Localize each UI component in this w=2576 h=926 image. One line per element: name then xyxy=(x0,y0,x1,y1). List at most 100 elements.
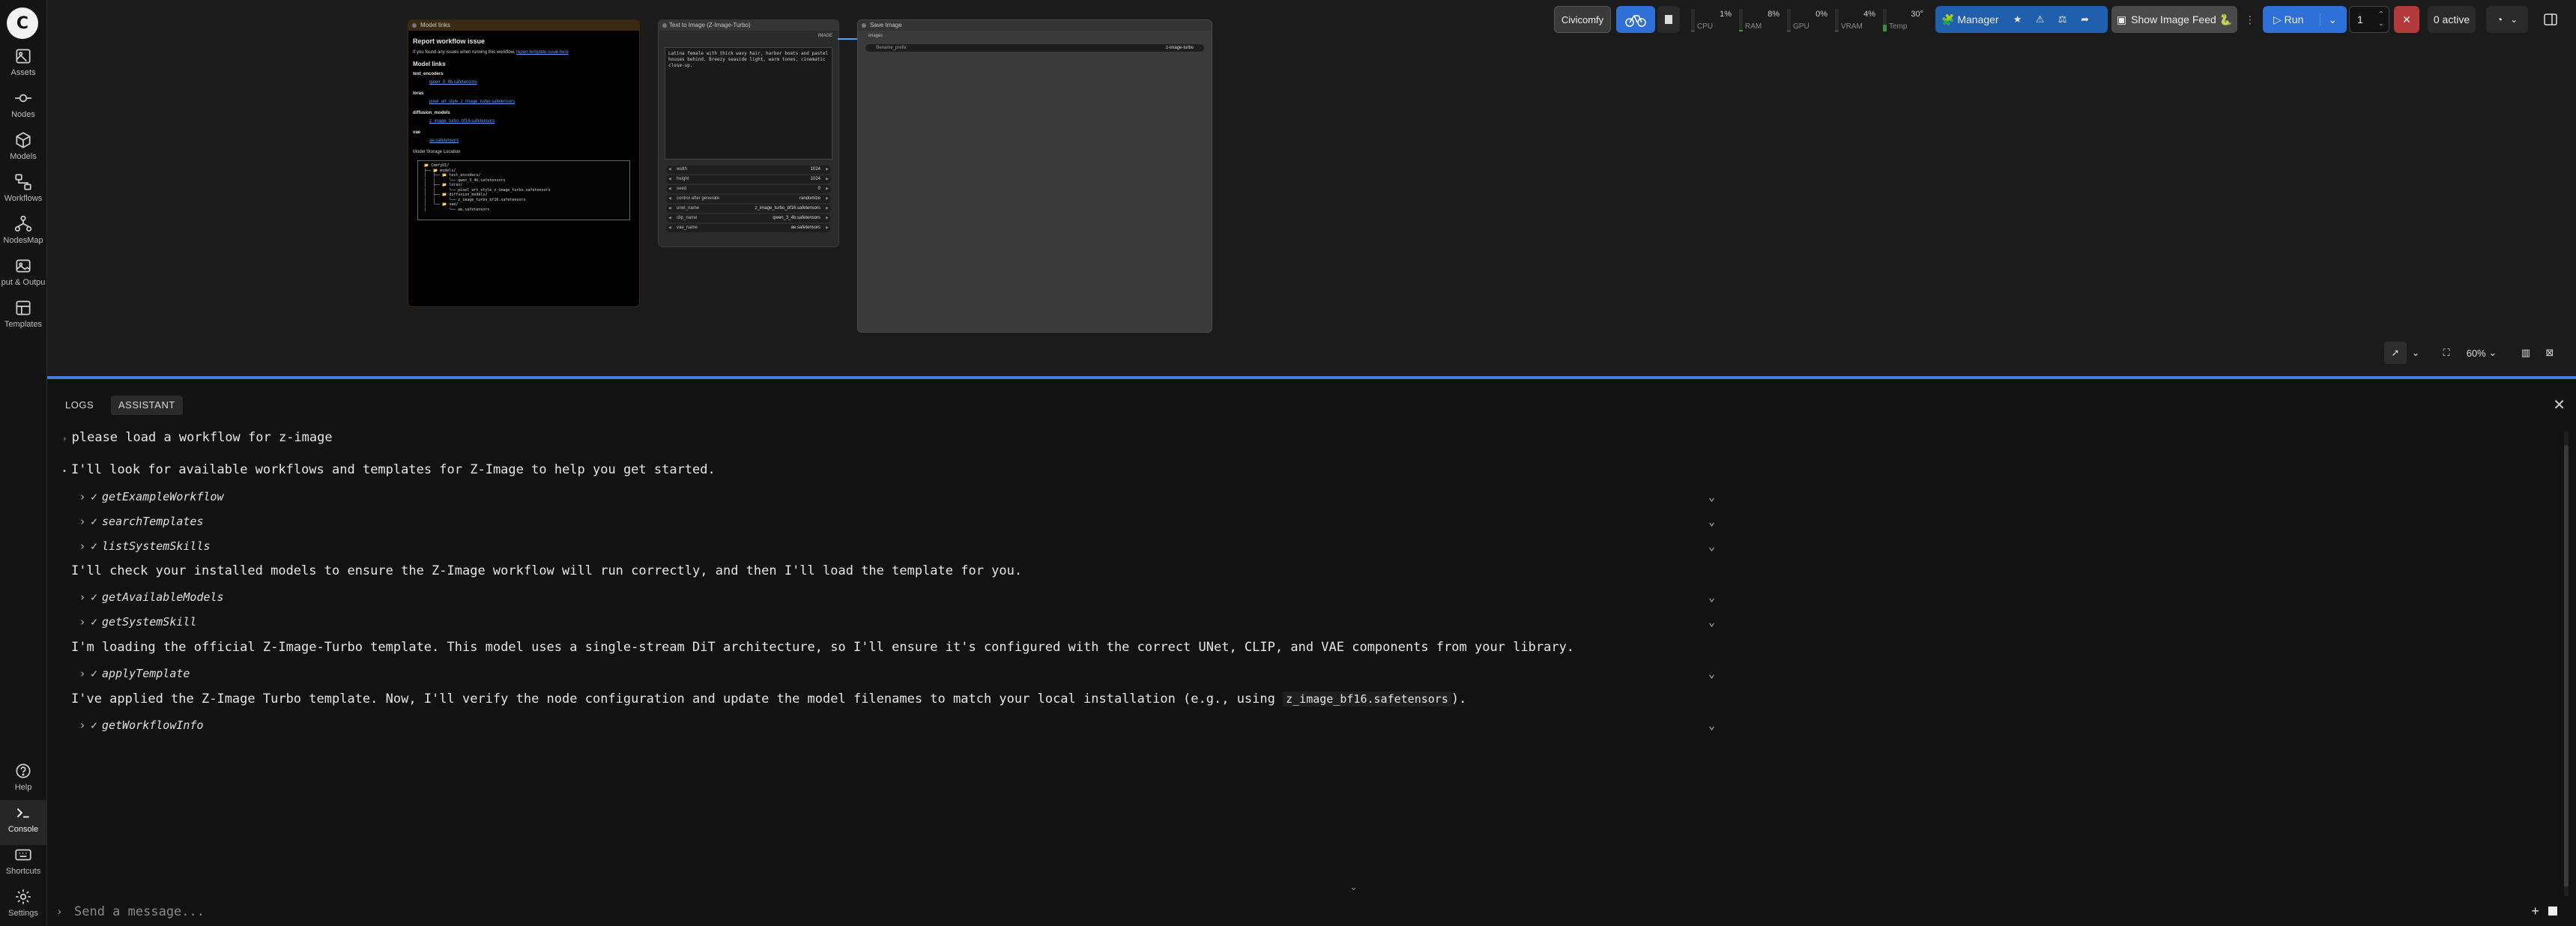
chevron-down-icon: ⌄ xyxy=(1708,539,1715,553)
stop-generation-button[interactable] xyxy=(2548,907,2557,916)
comfy-logo[interactable]: C xyxy=(7,7,38,39)
stop-button[interactable] xyxy=(1657,6,1680,33)
cpu-meter: 1% CPU xyxy=(1690,6,1735,33)
save-image-node[interactable]: Save Image images filename_prefix z-image… xyxy=(857,19,1212,333)
share-icon[interactable]: ➦ xyxy=(2074,6,2096,33)
bullet-icon: • xyxy=(62,467,67,476)
sidebar-item-models[interactable]: Models xyxy=(0,130,46,169)
fit-view-button[interactable]: ⛶ xyxy=(2437,342,2456,364)
storage-label: Model Storage Location xyxy=(413,150,461,154)
active-queue-button[interactable]: 0 active xyxy=(2428,6,2476,33)
assistant-message: I'll check your installed models to ensu… xyxy=(71,563,1023,578)
widget-control-after-generate[interactable]: control after generaterandomize xyxy=(666,195,831,203)
widget-seed[interactable]: seed0 xyxy=(666,185,831,193)
bell-icon[interactable]: ⚠ xyxy=(2029,6,2052,33)
note-node-model-links[interactable]: Model links Report workflow issue If you… xyxy=(408,19,640,307)
stepper-arrows-icon[interactable]: ⌃ ⌄ xyxy=(2378,10,2384,28)
widget-clip-name[interactable]: clip_nameqwen_3_4b.safetensors xyxy=(666,214,831,223)
tool-call[interactable]: › ✓ searchTemplates ⌄ xyxy=(62,515,1715,528)
chevron-right-icon: › xyxy=(79,490,86,503)
chevron-right-icon: › xyxy=(79,718,86,732)
drag-handle-icon[interactable]: ⋮ xyxy=(2245,6,2255,33)
close-panel-button[interactable]: ✕ xyxy=(2553,396,2566,414)
minimap-button[interactable]: ▥ xyxy=(2516,342,2536,364)
civicomfy-button[interactable]: Civicomfy xyxy=(1554,6,1611,33)
chat-scrollbar-thumb[interactable] xyxy=(2564,445,2569,887)
tool-call[interactable]: › ✓ listSystemSkills ⌄ xyxy=(62,539,1715,553)
check-icon: ✓ xyxy=(91,718,98,732)
output-slot-image[interactable]: IMAGE xyxy=(818,34,832,38)
model-link[interactable]: qwen_3_4b.safetensors xyxy=(413,79,635,86)
cancel-queue-button[interactable]: ✕ xyxy=(2394,6,2419,33)
model-link[interactable]: ae.safetensors xyxy=(413,138,635,145)
inline-code: z_image_bf16.safetensors xyxy=(1283,692,1451,706)
model-link[interactable]: pixel_art_style_z_image_turbo.safetensor… xyxy=(413,99,635,106)
bike-icon-button[interactable] xyxy=(1616,6,1655,33)
chevron-right-icon[interactable]: › xyxy=(62,434,67,444)
sidebar-item-shortcuts[interactable]: Shortcuts xyxy=(0,845,46,884)
tab-assistant[interactable]: ASSISTANT xyxy=(111,396,183,415)
chevron-down-icon: ⌄ xyxy=(1708,667,1715,680)
zoom-control[interactable]: 60% ⌄ xyxy=(2461,342,2503,364)
group-name: loras xyxy=(413,91,424,96)
toggle-panel-button[interactable] xyxy=(2539,6,2563,33)
sidebar-item-nodesmap[interactable]: NodesMap xyxy=(0,214,46,253)
report-issue-link[interactable]: report template issue here xyxy=(516,50,569,55)
check-icon: ✓ xyxy=(91,615,98,629)
group-name: diffusion_models xyxy=(413,111,450,115)
check-icon: ✓ xyxy=(91,539,98,553)
input-slot-images[interactable]: images xyxy=(858,31,1212,41)
widget-unet-name[interactable]: unet_namez_image_turbo_bf16.safetensors xyxy=(666,205,831,213)
chevron-right-icon: › xyxy=(79,615,86,629)
temp-meter: 30° Temp xyxy=(1881,6,1926,33)
star-icon[interactable]: ★ xyxy=(2007,6,2029,33)
model-link[interactable]: z_image_turbo_bf16.safetensors xyxy=(413,118,635,125)
chevron-down-icon: ⌄ xyxy=(1708,615,1715,629)
input-output-icon xyxy=(16,259,31,273)
run-mode-dropdown[interactable]: ⌄ xyxy=(2320,13,2337,26)
tool-call[interactable]: › ✓ applyTemplate ⌄ xyxy=(62,667,1715,680)
storage-tree: 📂 ComfyUI/ ├── 📂 models/ │ ├── 📂 text_en… xyxy=(417,160,630,220)
show-image-feed-button[interactable]: ▣ Show Image Feed 🐍 xyxy=(2111,6,2237,33)
run-button[interactable]: ▷ Run xyxy=(2263,13,2303,26)
user-menu-button[interactable]: ◔ ⌄ xyxy=(2486,6,2528,33)
tab-logs[interactable]: LOGS xyxy=(58,396,101,415)
tool-call[interactable]: › ✓ getAvailableModels ⌄ xyxy=(62,590,1715,604)
sidebar-item-nodes[interactable]: Nodes xyxy=(0,88,46,127)
scroll-to-bottom-icon[interactable]: ⌄ xyxy=(1349,881,1358,893)
manager-button[interactable]: 🧩 Manager xyxy=(1935,13,1999,26)
left-sidebar: C Assets Nodes Models Workflows NodesMap… xyxy=(0,0,47,926)
prompt-textarea[interactable]: Latina female with thick wavy hair, harb… xyxy=(665,47,832,160)
tool-call[interactable]: › ✓ getSystemSkill ⌄ xyxy=(62,615,1715,629)
sidebar-item-input-output[interactable]: put & Outpu xyxy=(0,256,46,295)
filename-prefix-widget[interactable]: filename_prefix z-image-turbo xyxy=(865,44,1204,52)
sidebar-item-console[interactable]: Console xyxy=(0,800,46,845)
chevron-down-icon: ⌄ xyxy=(1708,515,1715,528)
chevron-down-icon: ⌄ xyxy=(1708,590,1715,604)
widget-vae-name[interactable]: vae_nameae.safetensors xyxy=(666,224,831,232)
text-to-image-node[interactable]: Text to Image (Z-Image-Turbo) IMAGE Lati… xyxy=(658,19,839,247)
chevron-down-icon: ⌄ xyxy=(1708,718,1715,732)
message-input[interactable] xyxy=(73,901,2473,923)
scale-icon[interactable]: ⚖ xyxy=(2052,6,2074,33)
hide-links-button[interactable]: ⊠ xyxy=(2540,342,2560,364)
queue-count-stepper[interactable]: 1 ⌃ ⌄ xyxy=(2349,6,2389,33)
tool-call[interactable]: › ✓ getWorkflowInfo ⌄ xyxy=(62,718,1715,732)
widget-width[interactable]: width1024 xyxy=(666,166,831,174)
sidebar-item-help[interactable]: Help xyxy=(0,761,46,797)
sidebar-item-settings[interactable]: Settings xyxy=(0,887,46,926)
add-attachment-button[interactable]: + xyxy=(2531,904,2539,919)
message-composer: › + xyxy=(58,898,2560,925)
select-tool-button[interactable]: ➚ xyxy=(2384,342,2407,364)
widget-height[interactable]: height1024 xyxy=(666,175,831,184)
sidebar-item-assets[interactable]: Assets xyxy=(0,46,46,85)
sidebar-item-workflows[interactable]: Workflows xyxy=(0,172,46,211)
sidebar-item-templates[interactable]: Templates xyxy=(0,298,46,337)
close-icon: ✕ xyxy=(2402,13,2411,25)
tool-call[interactable]: › ✓ getExampleWorkflow ⌄ xyxy=(62,490,1715,503)
check-icon: ✓ xyxy=(91,515,98,528)
tool-dropdown[interactable]: ⌄ xyxy=(2408,342,2423,364)
cursor-icon: ➚ xyxy=(2391,347,2400,358)
note-content: Report workflow issue If you found any i… xyxy=(408,31,639,225)
puzzle-icon: 🧩 xyxy=(1941,13,1955,25)
